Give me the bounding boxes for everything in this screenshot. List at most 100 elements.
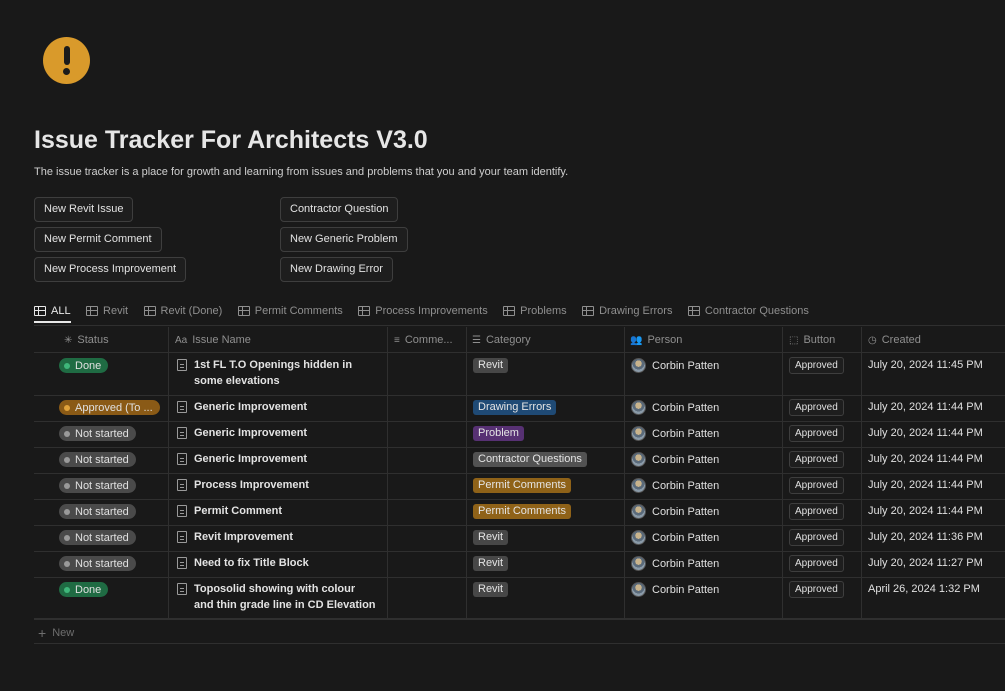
category-cell[interactable]: Permit Comments	[473, 504, 572, 519]
document-icon	[177, 583, 187, 595]
status-cell[interactable]: Not started	[59, 530, 136, 545]
new-generic-problem-button[interactable]: New Generic Problem	[280, 227, 408, 252]
issue-name[interactable]: Toposolid showing with colour and thin g…	[194, 581, 377, 613]
issue-name-cell[interactable]: Revit Improvement	[177, 529, 377, 545]
status-badge[interactable]: Not started	[59, 478, 136, 493]
issue-name[interactable]: Revit Improvement	[194, 529, 293, 545]
person-cell[interactable]: Corbin Patten	[631, 556, 719, 571]
issue-name-cell[interactable]: Process Improvement	[177, 477, 377, 493]
column-header-comments[interactable]: ≡ Comme...	[394, 327, 464, 353]
approved-button[interactable]: Approved	[789, 399, 844, 416]
new-process-improvement-button[interactable]: New Process Improvement	[34, 257, 187, 282]
table-row[interactable]: Done Toposolid showing with colour and t…	[0, 577, 1005, 619]
person-cell[interactable]: Corbin Patten	[631, 426, 719, 441]
tab-process-improvements[interactable]: Process Improvements	[358, 300, 488, 322]
tab-permit-comments[interactable]: Permit Comments	[237, 300, 343, 322]
issue-name[interactable]: Need to fix Title Block	[194, 555, 309, 571]
row-divider	[34, 619, 1005, 620]
issue-name[interactable]: Generic Improvement	[194, 399, 307, 415]
category-cell[interactable]: Revit	[473, 582, 509, 597]
tab-revit[interactable]: Revit	[86, 300, 128, 322]
table-row[interactable]: Done 1st FL T.O Openings hidden in some …	[0, 353, 1005, 395]
person-cell[interactable]: Corbin Patten	[631, 358, 719, 373]
status-cell[interactable]: Not started	[59, 478, 136, 493]
status-cell[interactable]: Not started	[59, 452, 136, 467]
table-row[interactable]: Not started Need to fix Title Block Revi…	[0, 551, 1005, 577]
issue-name-cell[interactable]: Generic Improvement	[177, 451, 377, 467]
column-header-category[interactable]: ☰ Category	[472, 327, 622, 353]
person-cell[interactable]: Corbin Patten	[631, 400, 719, 415]
status-badge[interactable]: Not started	[59, 504, 136, 519]
issue-name-cell[interactable]: Generic Improvement	[177, 425, 377, 441]
issue-name-cell[interactable]: Need to fix Title Block	[177, 555, 377, 571]
status-cell[interactable]: Not started	[59, 426, 136, 441]
approved-button[interactable]: Approved	[789, 357, 844, 374]
contractor-question-button[interactable]: Contractor Question	[280, 197, 399, 222]
column-header-button[interactable]: ⬚ Button	[789, 327, 859, 353]
approved-button[interactable]: Approved	[789, 425, 844, 442]
column-header-person[interactable]: 👥 Person	[630, 327, 780, 353]
new-row-button[interactable]: + New	[38, 625, 74, 641]
person-cell[interactable]: Corbin Patten	[631, 530, 719, 545]
issue-name[interactable]: Generic Improvement	[194, 425, 307, 441]
issue-name-cell[interactable]: 1st FL T.O Openings hidden in some eleva…	[177, 357, 377, 389]
issue-name[interactable]: Generic Improvement	[194, 451, 307, 467]
person-cell[interactable]: Corbin Patten	[631, 582, 719, 597]
issue-name[interactable]: 1st FL T.O Openings hidden in some eleva…	[194, 357, 377, 389]
category-cell[interactable]: Permit Comments	[473, 478, 572, 493]
approved-button[interactable]: Approved	[789, 477, 844, 494]
status-cell[interactable]: Not started	[59, 556, 136, 571]
new-revit-issue-button[interactable]: New Revit Issue	[34, 197, 134, 222]
tab-contractor-questions[interactable]: Contractor Questions	[687, 300, 809, 322]
category-cell[interactable]: Revit	[473, 358, 509, 373]
issue-name-cell[interactable]: Toposolid showing with colour and thin g…	[177, 581, 377, 613]
person-cell[interactable]: Corbin Patten	[631, 452, 719, 467]
category-cell[interactable]: Revit	[473, 530, 509, 545]
issue-name[interactable]: Process Improvement	[194, 477, 309, 493]
tab-drawing-errors[interactable]: Drawing Errors	[582, 300, 672, 322]
tab-all[interactable]: ALL	[34, 301, 71, 323]
status-badge[interactable]: Done	[59, 582, 109, 597]
status-cell[interactable]: Done	[59, 358, 109, 373]
button-cell: Approved	[789, 399, 844, 416]
approved-button[interactable]: Approved	[789, 529, 844, 546]
column-header-created[interactable]: ◷ Created	[868, 327, 1005, 353]
tab-problems[interactable]: Problems	[503, 300, 567, 322]
table-row[interactable]: Not started Generic Improvement Problem …	[0, 421, 1005, 447]
status-badge[interactable]: Done	[59, 358, 109, 373]
issue-name-cell[interactable]: Generic Improvement	[177, 399, 377, 415]
table-row[interactable]: Not started Generic Improvement Contract…	[0, 447, 1005, 473]
column-header-status[interactable]: ✳ Status	[64, 327, 168, 353]
issue-name-cell[interactable]: Permit Comment	[177, 503, 377, 519]
status-badge[interactable]: Approved (To ...	[59, 400, 160, 415]
category-cell[interactable]: Drawing Errors	[473, 400, 557, 415]
status-cell[interactable]: Not started	[59, 504, 136, 519]
status-cell[interactable]: Done	[59, 582, 109, 597]
status-badge[interactable]: Not started	[59, 426, 136, 441]
approved-button[interactable]: Approved	[789, 451, 844, 468]
status-badge[interactable]: Not started	[59, 556, 136, 571]
person-cell[interactable]: Corbin Patten	[631, 504, 719, 519]
approved-button[interactable]: Approved	[789, 555, 844, 572]
status-badge[interactable]: Not started	[59, 452, 136, 467]
person-cell[interactable]: Corbin Patten	[631, 478, 719, 493]
approved-button[interactable]: Approved	[789, 503, 844, 520]
table-row[interactable]: Not started Permit Comment Permit Commen…	[0, 499, 1005, 525]
table-icon	[237, 306, 250, 316]
approved-button[interactable]: Approved	[789, 581, 844, 598]
table-row[interactable]: Approved (To ... Generic Improvement Dra…	[0, 395, 1005, 421]
issue-name[interactable]: Permit Comment	[194, 503, 282, 519]
table-row[interactable]: Not started Revit Improvement Revit Corb…	[0, 525, 1005, 551]
status-cell[interactable]: Approved (To ...	[59, 400, 160, 415]
tab-revit-done[interactable]: Revit (Done)	[143, 300, 222, 322]
page-title: Issue Tracker For Architects V3.0	[34, 126, 428, 154]
status-badge[interactable]: Not started	[59, 530, 136, 545]
category-cell[interactable]: Problem	[473, 426, 524, 441]
category-cell[interactable]: Contractor Questions	[473, 452, 587, 467]
new-drawing-error-button[interactable]: New Drawing Error	[280, 257, 393, 282]
column-header-issue-name[interactable]: Aa Issue Name	[175, 327, 385, 353]
new-permit-comment-button[interactable]: New Permit Comment	[34, 227, 162, 252]
table-row[interactable]: Not started Process Improvement Permit C…	[0, 473, 1005, 499]
category-cell[interactable]: Revit	[473, 556, 509, 571]
exclamation-icon[interactable]	[43, 37, 90, 84]
